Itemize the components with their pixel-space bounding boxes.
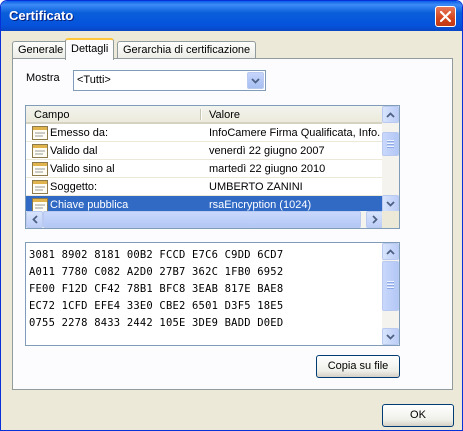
close-icon bbox=[439, 10, 452, 23]
scroll-left-button[interactable] bbox=[26, 211, 43, 228]
row-field-value: martedì 22 giugno 2010 bbox=[209, 163, 326, 175]
list-header: Campo Valore bbox=[26, 106, 383, 124]
details-panel: Mostra <Tutti> Campo Valore Emesso da: In… bbox=[12, 58, 453, 390]
fields-vertical-scrollbar[interactable] bbox=[382, 106, 399, 228]
row-field-value: venerdì 22 giugno 2007 bbox=[209, 145, 325, 157]
title-bar[interactable]: Certificato bbox=[1, 1, 462, 31]
tab-generale[interactable]: Generale bbox=[12, 41, 70, 59]
horizontal-scroll-thumb[interactable] bbox=[43, 211, 361, 228]
show-label: Mostra bbox=[26, 72, 60, 84]
scroll-thumb[interactable] bbox=[382, 132, 399, 156]
scroll-thumb[interactable] bbox=[382, 261, 399, 311]
list-row[interactable]: Emesso da: InfoCamere Firma Qualificata, … bbox=[26, 124, 383, 142]
window-title: Certificato bbox=[9, 8, 74, 23]
row-field-value: InfoCamere Firma Qualificata, Info... bbox=[209, 127, 381, 139]
hex-line: A011 7780 C082 A2D0 27B7 362C 1FB0 6952 bbox=[29, 266, 284, 278]
scroll-up-button[interactable] bbox=[382, 106, 399, 123]
chevron-down-icon bbox=[251, 78, 260, 84]
scrollbar-corner bbox=[382, 211, 399, 228]
list-row[interactable]: Valido dal venerdì 22 giugno 2007 bbox=[26, 142, 383, 160]
scroll-down-button[interactable] bbox=[382, 195, 399, 212]
column-header-campo[interactable]: Campo bbox=[26, 106, 201, 124]
arrow-up-icon bbox=[386, 249, 395, 255]
arrow-down-icon bbox=[386, 201, 395, 207]
fields-horizontal-scrollbar[interactable] bbox=[26, 211, 383, 228]
scroll-up-button[interactable] bbox=[382, 243, 399, 260]
row-field-name: Chiave pubblica bbox=[50, 199, 129, 211]
scroll-right-button[interactable] bbox=[366, 211, 383, 228]
arrow-down-icon bbox=[386, 334, 395, 340]
hex-line: EC72 1CFD EFE4 33E0 CBE2 6501 D3F5 18E5 bbox=[29, 300, 284, 312]
fields-list[interactable]: Campo Valore Emesso da: InfoCamere Firma … bbox=[25, 105, 400, 229]
ok-button[interactable]: OK bbox=[382, 404, 454, 427]
certificate-field-icon bbox=[32, 198, 48, 212]
detail-vertical-scrollbar[interactable] bbox=[382, 243, 399, 345]
list-row[interactable]: Valido sino al martedì 22 giugno 2010 bbox=[26, 160, 383, 178]
copy-to-file-button[interactable]: Copia su file bbox=[316, 355, 400, 378]
arrow-right-icon bbox=[372, 215, 378, 224]
row-field-value: rsaEncryption (1024) bbox=[209, 199, 312, 211]
arrow-left-icon bbox=[32, 215, 38, 224]
certificate-field-icon bbox=[32, 162, 48, 176]
field-detail-box[interactable]: 3081 8902 8181 00B2 FCCD E7C6 C9DD 6CD7 … bbox=[25, 242, 400, 346]
tab-strip: Generale Dettagli Gerarchia di certifica… bbox=[12, 38, 452, 60]
certificate-field-icon bbox=[32, 180, 48, 194]
tab-gerarchia[interactable]: Gerarchia di certificazione bbox=[117, 41, 257, 59]
hex-line: FE00 F12D CF42 78B1 BFC8 3EAB 817E BAE8 bbox=[29, 283, 284, 295]
row-field-value: UMBERTO ZANINI bbox=[209, 181, 303, 193]
list-row[interactable]: Soggetto: UMBERTO ZANINI bbox=[26, 178, 383, 196]
certificate-field-icon bbox=[32, 144, 48, 158]
public-key-hex: 3081 8902 8181 00B2 FCCD E7C6 C9DD 6CD7 … bbox=[29, 247, 381, 332]
row-field-name: Emesso da: bbox=[50, 127, 109, 139]
column-header-valore[interactable]: Valore bbox=[201, 106, 383, 124]
hex-line: 0755 2278 8433 2442 105E 3DE9 BADD D0ED bbox=[29, 317, 284, 329]
close-button[interactable] bbox=[435, 6, 456, 27]
dropdown-button[interactable] bbox=[247, 72, 264, 89]
list-rows: Emesso da: InfoCamere Firma Qualificata, … bbox=[26, 124, 383, 214]
scroll-down-button[interactable] bbox=[382, 328, 399, 345]
row-field-name: Valido sino al bbox=[50, 163, 115, 175]
tab-dettagli[interactable]: Dettagli bbox=[65, 38, 115, 60]
certificate-field-icon bbox=[32, 126, 48, 140]
arrow-up-icon bbox=[386, 112, 395, 118]
hex-line: 3081 8902 8181 00B2 FCCD E7C6 C9DD 6CD7 bbox=[29, 249, 284, 261]
certificate-dialog: Certificato Generale Dettagli Gerarchia … bbox=[0, 0, 463, 431]
row-field-name: Valido dal bbox=[50, 145, 98, 157]
show-dropdown[interactable]: <Tutti> bbox=[73, 70, 266, 91]
show-dropdown-value: <Tutti> bbox=[77, 74, 111, 86]
row-field-name: Soggetto: bbox=[50, 181, 98, 193]
